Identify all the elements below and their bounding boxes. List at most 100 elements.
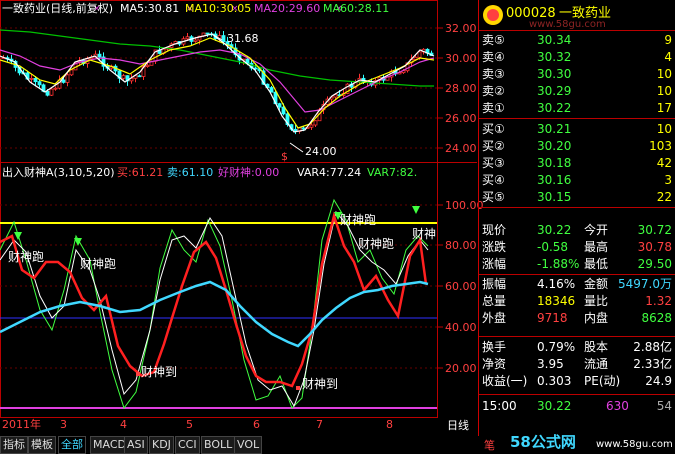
candle-body bbox=[313, 120, 318, 126]
buy-order-row: 买① 30.21 10 bbox=[482, 122, 672, 136]
quote-row: 外盘 9718 内盘 8628 bbox=[482, 311, 672, 325]
ma5-label: MA5:30.81 bbox=[120, 2, 180, 15]
chart-border bbox=[0, 0, 438, 418]
ma60-label: MA60:28.11 bbox=[323, 2, 390, 15]
quote-divider bbox=[479, 274, 675, 275]
s-marker: $ bbox=[281, 150, 288, 163]
quote-row: 换手 0.79% 股本 2.88亿 bbox=[482, 340, 672, 354]
signal-label-pao: 财神跑 bbox=[358, 237, 395, 251]
time-axis-month: 7 bbox=[316, 418, 323, 431]
price-axis-label: 28.00 bbox=[445, 82, 477, 95]
kline-chart[interactable]: × × × × $ bbox=[0, 0, 477, 418]
time-axis-month: 6 bbox=[253, 418, 260, 431]
candle-body bbox=[301, 127, 306, 130]
quote-divider bbox=[479, 207, 675, 208]
ma20-label: MA20:29.60 bbox=[254, 2, 321, 15]
candle-body bbox=[49, 88, 54, 96]
footer-brand: 58公式网 bbox=[510, 433, 576, 451]
low-price-label: 24.00 bbox=[305, 145, 337, 158]
signal-label-pao: 财神跑 bbox=[80, 257, 117, 271]
chart-title: 一致药业(日线,前复权) bbox=[2, 2, 114, 15]
logo-icon bbox=[483, 5, 503, 25]
time-axis-month: 4 bbox=[120, 418, 127, 431]
candle-body bbox=[145, 64, 150, 67]
candle-body bbox=[53, 87, 58, 90]
candle-body bbox=[193, 39, 198, 42]
candle-body bbox=[37, 81, 42, 86]
price-gridlines bbox=[0, 27, 437, 149]
order-divider bbox=[479, 118, 675, 119]
quote-row: 涨幅 -1.88% 最低 29.50 bbox=[482, 257, 672, 271]
indicator-axis-label: 60.00 bbox=[445, 280, 477, 293]
candle-body bbox=[309, 124, 314, 128]
indicator-var7: VAR7:82. bbox=[367, 166, 418, 179]
indicator-axis-label: 40.00 bbox=[445, 321, 477, 334]
tick-row: 15:00 30.22 630 54 bbox=[482, 399, 672, 413]
quote-row: 涨跌 -0.58 最高 30.78 bbox=[482, 240, 672, 254]
candle-body bbox=[29, 78, 34, 80]
buy-order-row: 买⑤ 30.15 22 bbox=[482, 190, 672, 204]
tab-asi[interactable]: ASI bbox=[124, 436, 148, 454]
high-price-label: 31.68 bbox=[227, 32, 259, 45]
tab-cci[interactable]: CCI bbox=[175, 436, 200, 454]
price-axis-label: 26.00 bbox=[445, 112, 477, 125]
quote-row: 振幅 4.16% 金额 5497.0万 bbox=[482, 277, 672, 291]
sell-order-row: 卖④ 30.32 4 bbox=[482, 50, 672, 64]
tab-kdj[interactable]: KDJ bbox=[149, 436, 174, 454]
indicator-name: 出入财神A(3,10,5,20) bbox=[2, 166, 115, 179]
tab-all[interactable]: 全部 bbox=[58, 436, 86, 454]
sell-order-row: 卖② 30.29 10 bbox=[482, 84, 672, 98]
candle-body bbox=[33, 78, 38, 83]
signal-label-pao: 财神跑 bbox=[8, 250, 45, 264]
candle-body bbox=[417, 51, 422, 58]
quote-row: 净资 3.95 流通 2.33亿 bbox=[482, 357, 672, 371]
quote-divider bbox=[479, 336, 675, 337]
candle-body bbox=[205, 32, 210, 35]
candle-body bbox=[97, 53, 102, 58]
price-axis-label: 24.00 bbox=[445, 142, 477, 155]
indicator-var4: VAR4:77.24 bbox=[297, 166, 362, 179]
indicator-good: 好财神:0.00 bbox=[218, 166, 280, 179]
candle-body bbox=[137, 75, 142, 78]
ma10-label: MA10:30.05 bbox=[185, 2, 252, 15]
indicator-tab-bar: 指标 模板 全部 MACD ASI KDJ CCI BOLL VOL bbox=[0, 434, 477, 454]
candle-body bbox=[221, 35, 226, 43]
quote-row: 总量 18346 量比 1.32 bbox=[482, 294, 672, 308]
chart-area[interactable]: × × × × $ 一致药业(日线,前复权) MA5:30.81 MA10:30.05… bbox=[0, 0, 484, 432]
side-label: 笔 bbox=[484, 439, 495, 452]
quote-row: 现价 30.22 今开 30.72 bbox=[482, 223, 672, 237]
candle-body bbox=[69, 69, 74, 76]
indicator-sell: 卖:61.10 bbox=[167, 166, 214, 179]
stock-header: 000028 一致药业 www.58gu.com bbox=[479, 0, 675, 31]
buy-order-row: 买④ 30.16 3 bbox=[482, 173, 672, 187]
footer-url: www.58gu.com bbox=[596, 439, 673, 450]
period-label[interactable]: 日线 bbox=[447, 419, 469, 432]
tab-template[interactable]: 模板 bbox=[28, 436, 56, 454]
quote-panel: 000028 一致药业 www.58gu.com 卖⑤ 30.34 9 卖④ 3… bbox=[478, 0, 675, 436]
indicator-axis-label: 20.00 bbox=[445, 362, 477, 375]
buy-order-row: 买② 30.20 103 bbox=[482, 139, 672, 153]
buy-order-row: 买③ 30.18 42 bbox=[482, 156, 672, 170]
time-axis-month: 8 bbox=[386, 418, 393, 431]
time-axis-year: 2011年 bbox=[2, 418, 41, 431]
signal-label-pao: 财神跑 bbox=[340, 213, 377, 227]
candle-body bbox=[61, 79, 66, 83]
tab-boll[interactable]: BOLL bbox=[201, 436, 236, 454]
price-axis-label: 32.00 bbox=[445, 22, 477, 35]
candle-body bbox=[185, 36, 190, 40]
quote-divider bbox=[479, 394, 675, 395]
time-axis-month: 3 bbox=[60, 418, 67, 431]
candle-body bbox=[277, 103, 282, 108]
sell-order-row: 卖⑤ 30.34 9 bbox=[482, 33, 672, 47]
time-axis-month: 5 bbox=[186, 418, 193, 431]
candle-body bbox=[45, 90, 50, 96]
sell-order-row: 卖① 30.22 17 bbox=[482, 101, 672, 115]
tab-vol[interactable]: VOL bbox=[234, 436, 263, 454]
cyan-osc-line bbox=[0, 280, 429, 348]
indicator-buy: 买:61.21 bbox=[117, 166, 164, 179]
signal-label-dao: 财神到 bbox=[302, 377, 339, 391]
candle-body bbox=[65, 74, 70, 83]
tab-indicator[interactable]: 指标 bbox=[0, 436, 28, 454]
price-axis-label: 30.00 bbox=[445, 52, 477, 65]
indicator-axis-label: 80.00 bbox=[445, 239, 477, 252]
